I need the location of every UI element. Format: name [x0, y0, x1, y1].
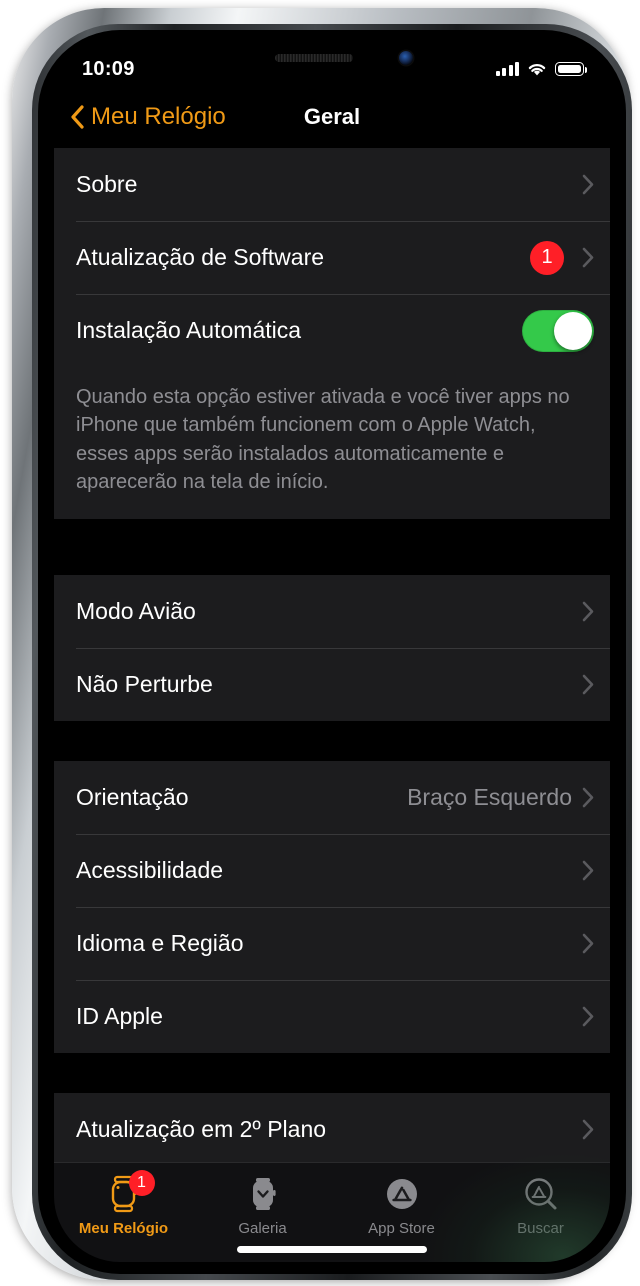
battery-full-icon [555, 62, 588, 76]
earpiece-speaker-icon [275, 54, 353, 62]
screenshot-root: 10:09 Meu Relógio Geral Sobre Atualizaçã… [0, 0, 640, 1286]
chevron-right-icon [582, 674, 594, 694]
tab-label: App Store [368, 1220, 435, 1237]
row-sobre[interactable]: Sobre [54, 148, 610, 221]
back-button[interactable]: Meu Relógio [70, 103, 226, 131]
back-button-label: Meu Relógio [91, 103, 226, 130]
chevron-right-icon [582, 1006, 594, 1026]
row-atualizacao-em-2-plano[interactable]: Atualização em 2º Plano [54, 1092, 610, 1162]
chevron-right-icon [582, 174, 594, 195]
row-acessibilidade[interactable]: Acessibilidade [54, 833, 610, 907]
row-label: Não Perturbe [76, 670, 213, 697]
tab-label: Galeria [238, 1220, 287, 1237]
page-title: Geral [303, 104, 361, 129]
chevron-left-icon [71, 105, 84, 129]
section-gap [54, 1052, 610, 1093]
row-modo-aviao[interactable]: Modo Avião [54, 574, 610, 648]
toggle-knob [554, 311, 592, 350]
row-idioma-e-regiao[interactable]: Idioma e Região [54, 906, 610, 980]
row-instalacao-automatica[interactable]: Instalação Automática [54, 294, 610, 367]
notch [217, 42, 447, 74]
row-label: Instalação Automática [76, 317, 302, 343]
tab-badge: 1 [128, 1170, 155, 1196]
wifi-icon [528, 63, 546, 76]
chevron-right-icon [582, 787, 594, 807]
tab-label: Meu Relógio [78, 1220, 169, 1237]
tab-meu-relogio[interactable]: 1 Meu Relógio [54, 1170, 193, 1237]
row-value: Braço Esquerdo [407, 783, 572, 810]
app-store-icon [383, 1173, 421, 1215]
tab-buscar[interactable]: Buscar [471, 1173, 610, 1237]
status-bar-clock: 10:09 [82, 57, 135, 80]
section-gap [54, 720, 610, 761]
status-bar-indicators [495, 61, 588, 77]
settings-list[interactable]: Sobre Atualização de Software 1 Instalaç… [54, 148, 610, 1162]
row-label: Idioma e Região [76, 929, 244, 956]
section-footnote: Quando esta opção estiver ativada e você… [54, 367, 610, 519]
row-label: Modo Avião [76, 597, 196, 624]
watch-face-gallery-icon [246, 1173, 280, 1215]
status-badge: 1 [530, 240, 564, 275]
iphone-device-frame: 10:09 Meu Relógio Geral Sobre Atualizaçã… [12, 8, 632, 1280]
watch-icon: 1 [107, 1170, 155, 1215]
row-nao-perturbe[interactable]: Não Perturbe [54, 647, 610, 721]
row-orientacao[interactable]: Orientação Braço Esquerdo [54, 760, 610, 834]
row-label: Sobre [76, 171, 138, 197]
app-store-search-icon [522, 1173, 560, 1215]
settings-section-4: Atualização em 2º Plano [54, 1092, 610, 1162]
chevron-right-icon [582, 247, 594, 268]
row-label: Orientação [76, 783, 189, 810]
home-indicator[interactable] [237, 1246, 427, 1253]
auto-install-toggle[interactable] [522, 309, 594, 352]
navigation-bar: Meu Relógio Geral [54, 86, 610, 148]
row-atualizacao-de-software[interactable]: Atualização de Software 1 [54, 221, 610, 294]
row-label: ID Apple [76, 1002, 163, 1029]
row-label: Atualização de Software [76, 244, 325, 270]
row-label: Atualização em 2º Plano [76, 1115, 327, 1142]
front-camera-icon [399, 51, 413, 65]
chevron-right-icon [582, 933, 594, 953]
tab-label: Buscar [517, 1220, 564, 1237]
signal-bars-icon [495, 62, 519, 76]
row-id-apple[interactable]: ID Apple [54, 979, 610, 1053]
section-gap [54, 518, 610, 575]
tab-app-store[interactable]: App Store [332, 1173, 471, 1237]
chevron-right-icon [582, 860, 594, 880]
settings-section-1: Sobre Atualização de Software 1 Instalaç… [54, 148, 610, 519]
chevron-right-icon [582, 601, 594, 621]
chevron-right-icon [582, 1119, 594, 1139]
settings-section-3: Orientação Braço Esquerdo Acessibilidade [54, 760, 610, 1053]
tab-galeria[interactable]: Galeria [193, 1173, 332, 1237]
device-screen: 10:09 Meu Relógio Geral Sobre Atualizaçã… [54, 42, 610, 1262]
settings-section-2: Modo Avião Não Perturbe [54, 574, 610, 721]
row-label: Acessibilidade [76, 856, 224, 883]
